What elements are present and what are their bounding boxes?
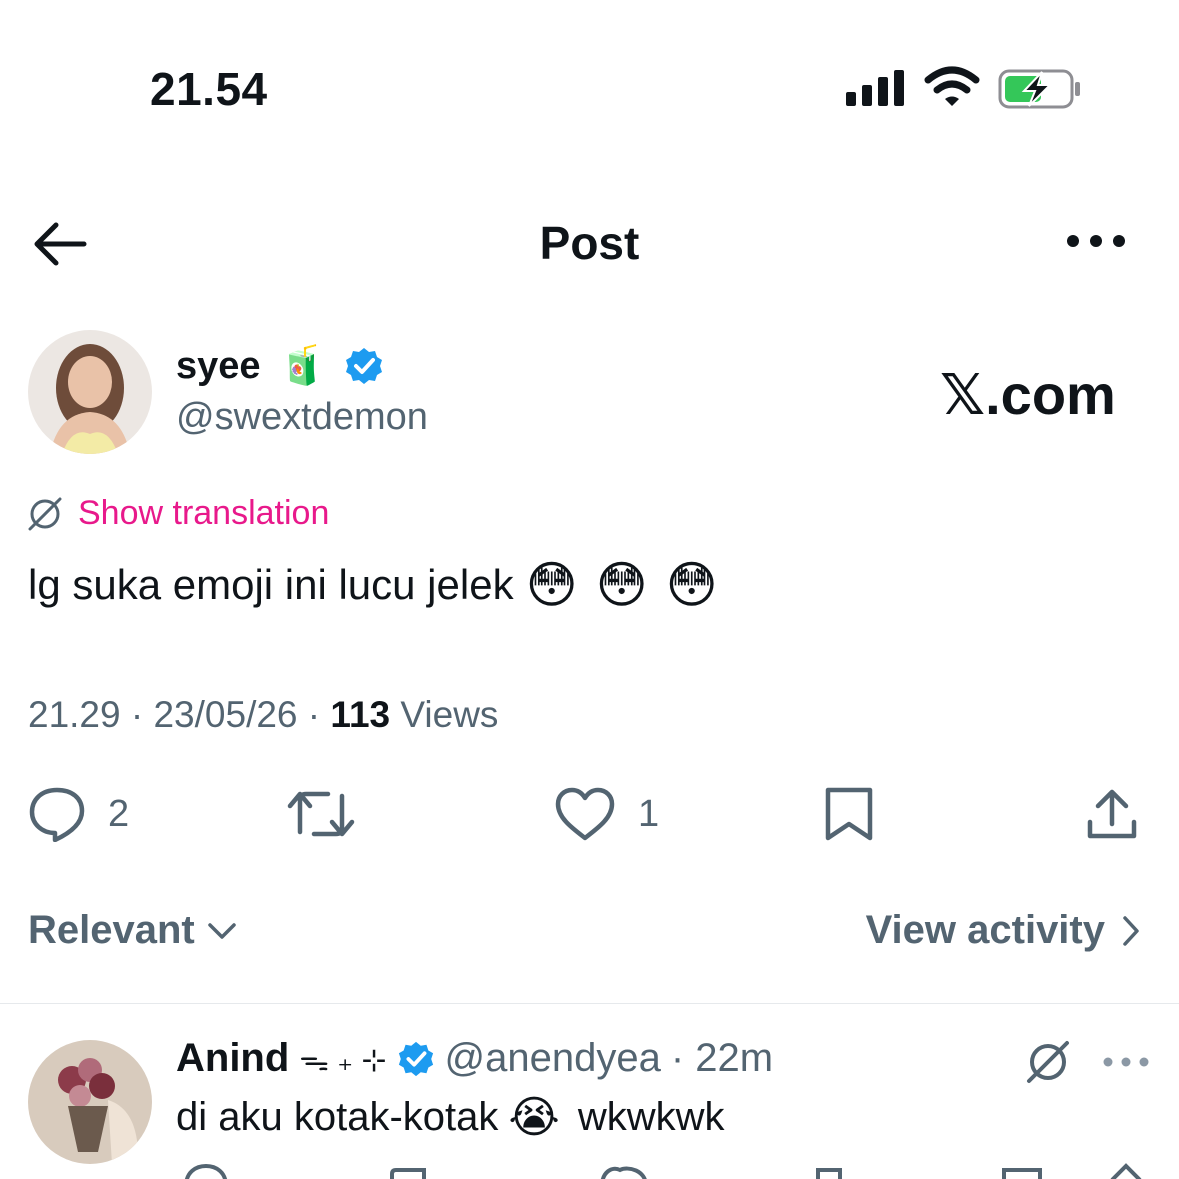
- reply-views-icon[interactable]: [816, 1168, 842, 1179]
- heart-icon: [555, 787, 615, 841]
- show-translation-link[interactable]: Show translation: [26, 494, 329, 533]
- author-avatar[interactable]: [28, 330, 152, 454]
- reply-author-avatar[interactable]: [28, 1040, 152, 1164]
- loudly-crying-emoji: 😭: [508, 1093, 560, 1142]
- reply-reply-icon[interactable]: [185, 1163, 227, 1179]
- sort-replies-dropdown[interactable]: Relevant: [28, 908, 237, 953]
- views-count: 113: [330, 694, 391, 735]
- reply-header: Anind ᯓ ₊ ⊹ @anendyea · 22m: [176, 1036, 773, 1081]
- flushed-face-emojis: 😳 😳 😳: [525, 557, 720, 613]
- translate-globe-icon: [28, 497, 62, 530]
- verified-badge-icon: [345, 348, 382, 384]
- page-title: Post: [539, 217, 640, 269]
- post-body: lg suka emoji ini lucu jelek 😳 😳 😳: [28, 556, 720, 614]
- reply-more-options-icon[interactable]: [1102, 1052, 1150, 1072]
- view-activity-label: View activity: [865, 908, 1105, 952]
- reply-button[interactable]: 2: [28, 786, 129, 842]
- reply-translate-icon[interactable]: [1024, 1038, 1072, 1086]
- post-time: 21.29: [28, 694, 121, 735]
- reply-name-decoration: ᯓ ₊ ⊹: [299, 1044, 387, 1077]
- reply-verified-badge-icon: [398, 1041, 433, 1076]
- reply-bookmark-icon[interactable]: [1002, 1168, 1042, 1179]
- views-label[interactable]: Views: [400, 694, 498, 735]
- reply-text-suffix: wkwkwk: [577, 1095, 725, 1139]
- repost-icon: [287, 791, 355, 837]
- share-button[interactable]: [1084, 786, 1140, 842]
- chevron-down-icon: [208, 922, 236, 939]
- reply-count: 2: [108, 792, 130, 835]
- battery-charging-icon: [998, 69, 1080, 109]
- share-upload-icon: [1087, 789, 1137, 839]
- author-display-name[interactable]: syee: [176, 345, 261, 388]
- reply-bubble-icon: [29, 787, 85, 842]
- reply-handle[interactable]: @anendyea: [445, 1036, 661, 1081]
- sort-label: Relevant: [28, 908, 195, 952]
- status-time: 21.54: [150, 63, 268, 115]
- reply-share-icon[interactable]: [1110, 1163, 1142, 1179]
- bookmark-button[interactable]: [822, 786, 876, 842]
- reply-body: di aku kotak-kotak 😭 wkwkwk: [176, 1092, 724, 1143]
- reply-like-icon[interactable]: [601, 1166, 647, 1179]
- post-text: lg suka emoji ini lucu jelek: [28, 561, 514, 608]
- reply-action-bar: [0, 1160, 1179, 1179]
- post-meta: 21.29 · 23/05/26 · 113 Views: [28, 694, 499, 735]
- show-translation-label: Show translation: [78, 494, 330, 532]
- like-button[interactable]: 1: [554, 786, 659, 842]
- view-activity-link[interactable]: View activity: [866, 908, 1141, 953]
- reply-display-name[interactable]: Anind: [176, 1036, 289, 1081]
- section-divider: [0, 1003, 1179, 1004]
- author-name-row: syee 🧃: [176, 344, 384, 388]
- x-com-watermark: 𝕏.com: [940, 363, 1116, 426]
- repost-button[interactable]: [286, 786, 356, 842]
- author-handle[interactable]: @swextdemon: [176, 396, 428, 439]
- bookmark-icon: [825, 787, 873, 841]
- reply-repost-icon[interactable]: [390, 1168, 426, 1179]
- wifi-icon: [924, 66, 980, 106]
- more-options-icon[interactable]: [1064, 226, 1128, 256]
- cellular-signal-icon: [846, 70, 904, 106]
- chevron-right-icon: [1123, 915, 1139, 946]
- reply-time: · 22m: [670, 1036, 774, 1080]
- post-date: 23/05/26: [153, 694, 298, 735]
- juice-box-emoji: 🧃: [278, 345, 326, 387]
- reply-text: di aku kotak-kotak: [176, 1095, 499, 1139]
- like-count: 1: [638, 792, 660, 835]
